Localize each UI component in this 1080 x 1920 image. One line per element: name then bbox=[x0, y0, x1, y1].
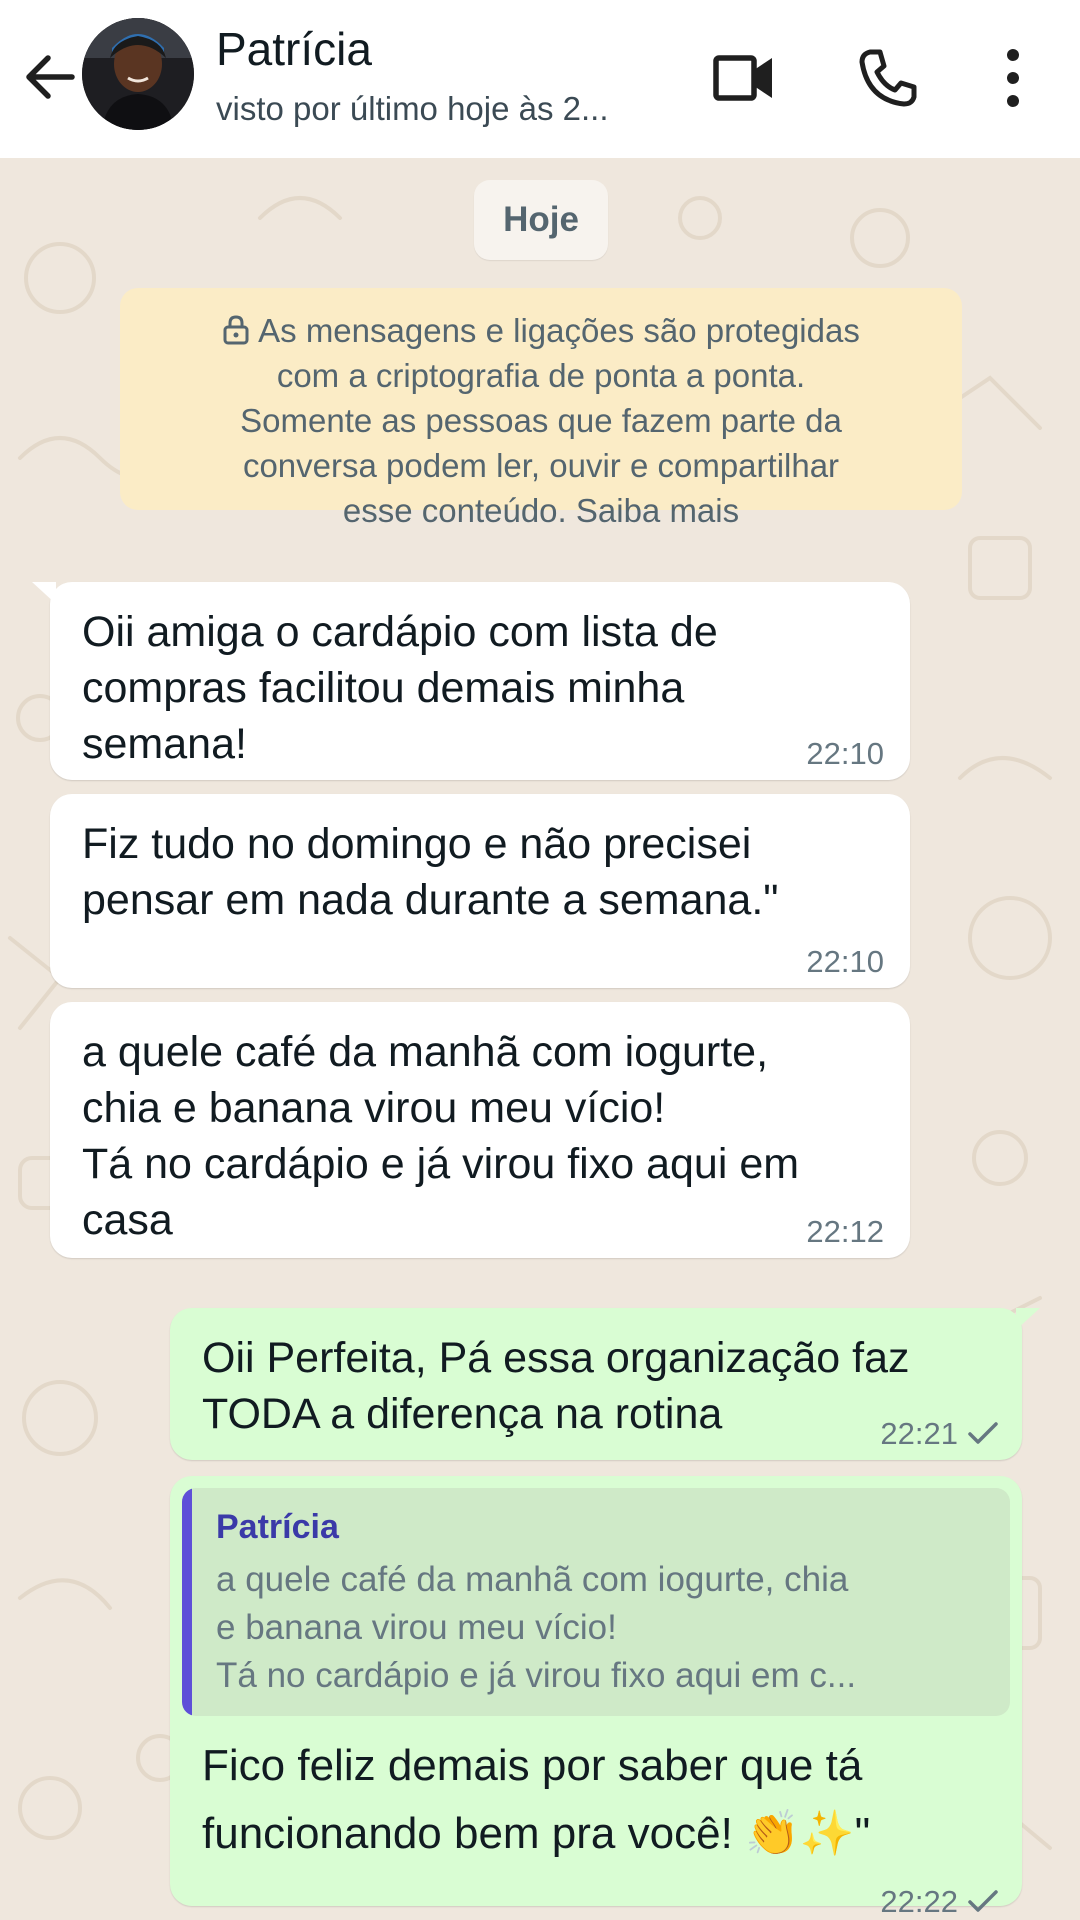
incoming-message[interactable]: Fiz tudo no domingo e não precisei pensa… bbox=[50, 794, 910, 988]
contact-name[interactable]: Patrícia bbox=[216, 22, 372, 76]
phone-icon[interactable] bbox=[856, 46, 920, 110]
message-time: 22:12 bbox=[806, 1214, 884, 1249]
video-call-icon[interactable] bbox=[712, 50, 776, 106]
quoted-message[interactable]: Patrícia a quele café da manhã com iogur… bbox=[182, 1488, 1010, 1716]
quote-accent-bar bbox=[182, 1488, 192, 1716]
bubble-tail bbox=[32, 582, 56, 604]
message-text: Oii amiga o cardápio com lista de compra… bbox=[82, 608, 718, 768]
avatar-image-icon bbox=[82, 18, 194, 130]
sent-check-icon bbox=[968, 1890, 998, 1912]
bubble-tail bbox=[1016, 1308, 1040, 1330]
message-text: Oii Perfeita, Pá essa organização faz TO… bbox=[202, 1334, 910, 1438]
message-meta: 22:22 bbox=[880, 1884, 1000, 1920]
message-meta: 22:21 bbox=[880, 1416, 1000, 1452]
chat-header: Patrícia visto por último hoje às 2... bbox=[0, 0, 1080, 158]
outgoing-message[interactable]: Oii Perfeita, Pá essa organização faz TO… bbox=[170, 1308, 1040, 1460]
chat-area[interactable]: Hoje As mensagens e ligações são protegi… bbox=[0, 158, 1080, 1920]
message-time: 22:21 bbox=[880, 1416, 958, 1451]
message-time: 22:10 bbox=[806, 736, 884, 771]
back-arrow-icon[interactable] bbox=[22, 46, 78, 108]
message-text: Fiz tudo no domingo e não precisei pensa… bbox=[82, 820, 779, 924]
date-chip: Hoje bbox=[474, 180, 608, 260]
message-text: Fico feliz demais por saber que tá funci… bbox=[202, 1741, 871, 1858]
last-seen-status: visto por último hoje às 2... bbox=[216, 90, 609, 127]
more-options-icon[interactable] bbox=[994, 46, 1032, 110]
lock-icon bbox=[223, 315, 249, 345]
message-time: 22:10 bbox=[806, 944, 884, 979]
message-text: a quele café da manhã com iogurte, chia … bbox=[82, 1028, 800, 1244]
outgoing-reply-message[interactable]: Patrícia a quele café da manhã com iogur… bbox=[170, 1476, 1022, 1919]
contact-avatar[interactable] bbox=[82, 18, 194, 130]
message-time: 22:22 bbox=[880, 1884, 958, 1919]
incoming-message[interactable]: Oii amiga o cardápio com lista de compra… bbox=[32, 582, 910, 780]
sent-check-icon bbox=[968, 1422, 998, 1444]
incoming-message[interactable]: a quele café da manhã com iogurte, chia … bbox=[50, 1002, 910, 1258]
encryption-notice[interactable]: As mensagens e ligações são protegidas c… bbox=[120, 288, 962, 529]
quote-author: Patrícia bbox=[216, 1508, 339, 1546]
quote-text: a quele café da manhã com iogurte, chia … bbox=[216, 1560, 857, 1695]
encryption-notice-text: As mensagens e ligações são protegidas c… bbox=[240, 312, 860, 529]
